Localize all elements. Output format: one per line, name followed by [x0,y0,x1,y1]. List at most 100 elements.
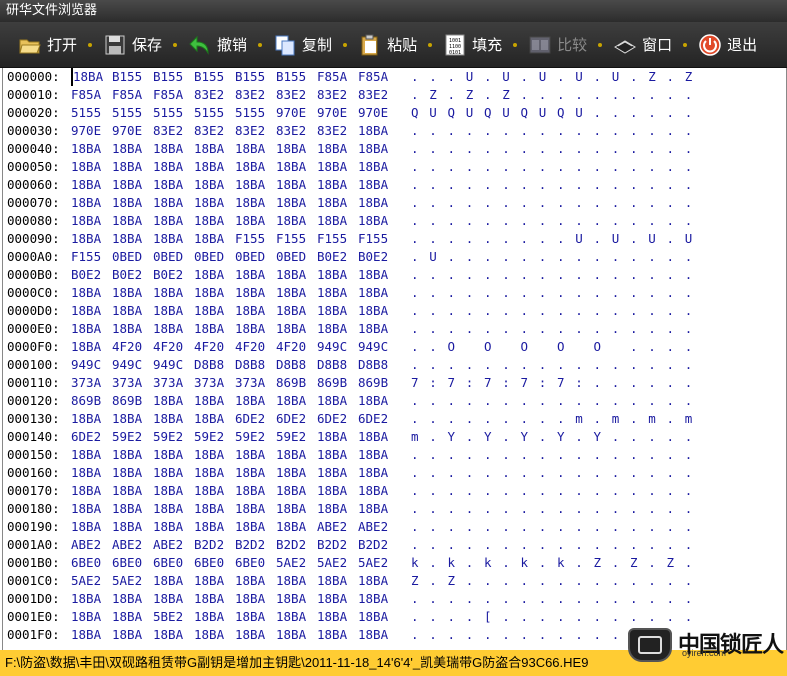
hex-word[interactable]: 83E2 [235,86,265,104]
hex-word[interactable]: 18BA [317,464,347,482]
hex-word[interactable]: 18BA [358,464,388,482]
hex-word[interactable]: 18BA [358,590,388,608]
hex-word[interactable]: 18BA [235,608,265,626]
hex-word[interactable]: 373A [235,374,265,392]
hex-word[interactable]: 18BA [153,284,183,302]
hex-word[interactable]: 83E2 [358,86,388,104]
hex-word[interactable]: 18BA [194,482,224,500]
hex-word[interactable]: D8B8 [317,356,347,374]
hex-word[interactable]: 18BA [235,320,265,338]
hex-word[interactable]: 18BA [71,590,101,608]
hex-word[interactable]: 949C [358,338,388,356]
hex-word[interactable]: 18BA [112,464,142,482]
hex-word[interactable]: 5BE2 [153,608,183,626]
hex-word[interactable]: 83E2 [235,122,265,140]
hex-word[interactable]: 18BA [235,500,265,518]
hex-word[interactable]: 18BA [276,194,306,212]
hex-word[interactable]: 18BA [153,590,183,608]
hex-word[interactable]: 18BA [317,176,347,194]
hex-word[interactable]: 18BA [358,194,388,212]
hex-word[interactable]: 18BA [153,140,183,158]
hex-word[interactable]: 18BA [153,230,183,248]
hex-word[interactable]: B0E2 [112,266,142,284]
hex-word[interactable]: 970E [71,122,101,140]
hex-word[interactable]: 18BA [71,338,101,356]
hex-word[interactable]: F85A [153,86,183,104]
hex-word[interactable]: 18BA [194,392,224,410]
hex-word[interactable]: 18BA [358,284,388,302]
hex-word[interactable]: 970E [112,122,142,140]
hex-word[interactable]: D8B8 [276,356,306,374]
hex-word[interactable]: 18BA [112,608,142,626]
hex-word[interactable]: 18BA [276,284,306,302]
hex-word[interactable]: 5AE2 [276,554,306,572]
hex-word[interactable]: 0BED [276,248,306,266]
hex-word[interactable]: 5155 [153,104,183,122]
hex-word[interactable]: 18BA [235,284,265,302]
hex-word[interactable]: 18BA [317,572,347,590]
hex-word[interactable]: 5AE2 [71,572,101,590]
hex-word[interactable]: ABE2 [153,536,183,554]
hex-word[interactable]: 18BA [153,158,183,176]
hex-word[interactable]: 83E2 [276,86,306,104]
copy-button[interactable]: 复制 [271,28,334,62]
hex-word[interactable]: 18BA [358,302,388,320]
hex-word[interactable]: 18BA [317,158,347,176]
hex-word[interactable]: 59E2 [194,428,224,446]
hex-word[interactable]: 18BA [71,446,101,464]
hex-word[interactable]: F85A [112,86,142,104]
hex-word[interactable]: 18BA [317,590,347,608]
hex-word[interactable]: 18BA [71,284,101,302]
hex-word[interactable]: F155 [235,230,265,248]
hex-word[interactable]: 18BA [235,446,265,464]
hex-word[interactable]: 18BA [71,212,101,230]
hex-word[interactable]: 59E2 [235,428,265,446]
hex-word[interactable]: 5155 [235,104,265,122]
hex-word[interactable]: 18BA [194,572,224,590]
hex-word[interactable]: F85A [358,68,388,86]
hex-word[interactable]: 18BA [358,122,388,140]
hex-word[interactable]: 18BA [71,410,101,428]
hex-word[interactable]: 4F20 [276,338,306,356]
hex-word[interactable]: 18BA [358,626,388,644]
hex-word[interactable]: 18BA [235,572,265,590]
hex-word[interactable]: 18BA [317,392,347,410]
hex-word[interactable]: 18BA [153,176,183,194]
hex-word[interactable]: 18BA [358,392,388,410]
hex-word[interactable]: B2D2 [358,536,388,554]
hex-word[interactable]: 18BA [276,140,306,158]
hex-word[interactable]: 18BA [153,572,183,590]
hex-word[interactable]: 59E2 [153,428,183,446]
hex-word[interactable]: 5155 [112,104,142,122]
hex-word[interactable]: 18BA [112,158,142,176]
hex-word[interactable]: 6BE0 [71,554,101,572]
hex-word[interactable]: 18BA [71,500,101,518]
hex-word[interactable]: 18BA [194,158,224,176]
hex-word[interactable]: 18BA [317,626,347,644]
hex-word[interactable]: 18BA [276,482,306,500]
hex-word[interactable]: 18BA [153,464,183,482]
hex-word[interactable]: 18BA [153,194,183,212]
hex-word[interactable]: 18BA [276,626,306,644]
save-button[interactable]: 保存 [101,28,164,62]
hex-word[interactable]: 869B [317,374,347,392]
hex-word[interactable]: 18BA [317,194,347,212]
hex-word[interactable]: 18BA [358,140,388,158]
hex-word[interactable]: ABE2 [317,518,347,536]
window-button[interactable]: 窗口 [611,28,674,62]
hex-word[interactable]: 18BA [71,320,101,338]
hex-word[interactable]: F155 [71,248,101,266]
hex-word[interactable]: 18BA [112,518,142,536]
hex-word[interactable]: 18BA [358,176,388,194]
hex-word[interactable]: 869B [276,374,306,392]
hex-word[interactable]: D8B8 [194,356,224,374]
hex-word[interactable]: 5AE2 [358,554,388,572]
hex-word[interactable]: 18BA [317,302,347,320]
compare-button[interactable]: 比较 [526,28,589,62]
hex-word[interactable]: 18BA [235,158,265,176]
hex-word[interactable]: B155 [235,68,265,86]
hex-word[interactable]: 4F20 [153,338,183,356]
hex-word[interactable]: B2D2 [317,536,347,554]
hex-word[interactable]: 18BA [71,302,101,320]
hex-word[interactable]: B2D2 [235,536,265,554]
